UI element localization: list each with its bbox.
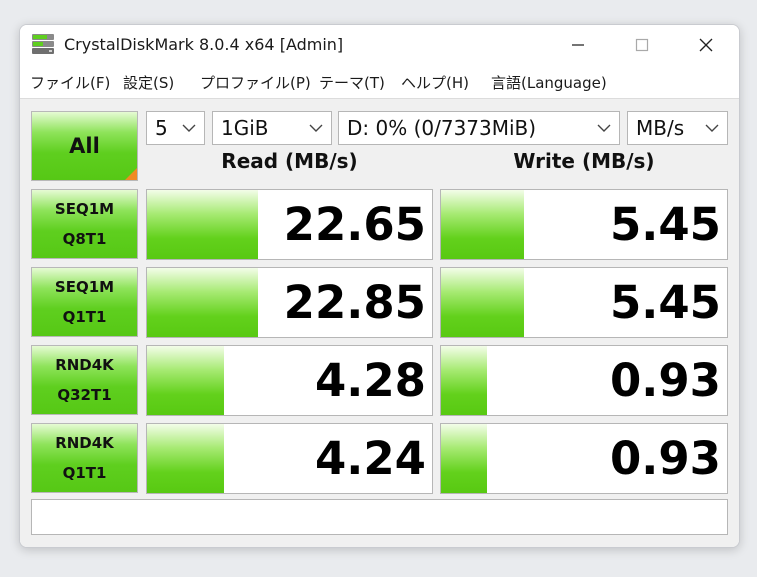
read-result-bar [147,346,224,415]
test-label-line2: Q1T1 [62,464,107,482]
menu-language[interactable]: 言語(Language) [491,72,607,93]
test-button-seq1m-q8t1[interactable]: SEQ1M Q8T1 [31,189,138,259]
count-value: 5 [155,116,168,140]
read-header: Read (MB/s) [221,149,358,173]
menu-file[interactable]: ファイル(F) [30,72,110,93]
title-bar[interactable]: CrystalDiskMark 8.0.4 x64 [Admin] [20,25,739,65]
test-label-line1: RND4K [55,356,114,374]
chevron-down-icon [597,124,611,132]
write-result-rnd4k-q32t1: 0.93 [440,345,728,416]
count-select[interactable]: 5 [146,111,205,145]
menu-settings[interactable]: 設定(S) [123,72,174,93]
test-button-rnd4k-q32t1[interactable]: RND4K Q32T1 [31,345,138,415]
all-button[interactable]: All [31,111,138,181]
read-result-seq1m-q8t1: 22.65 [146,189,433,260]
write-header: Write (MB/s) [513,149,655,173]
read-result-value: 4.24 [314,432,426,485]
test-label-line1: SEQ1M [54,200,115,218]
test-button-rnd4k-q1t1[interactable]: RND4K Q1T1 [31,423,138,493]
benchmark-panel: All 5 1GiB D: 0% (0/7373MiB) MB/s Read (… [20,98,739,547]
write-result-bar [441,268,524,337]
write-result-value: 0.93 [609,354,721,407]
size-select[interactable]: 1GiB [212,111,332,145]
comment-input[interactable] [31,499,728,535]
minimize-button[interactable] [546,25,610,65]
write-result-value: 0.93 [609,432,721,485]
write-result-bar [441,424,487,493]
test-label-line2: Q1T1 [62,308,107,326]
app-window: CrystalDiskMark 8.0.4 x64 [Admin] ファイル(F… [19,24,740,548]
read-result-rnd4k-q32t1: 4.28 [146,345,433,416]
write-result-value: 5.45 [609,276,721,329]
menu-bar: ファイル(F) 設定(S) プロファイル(P) テーマ(T) ヘルプ(H) 言語… [20,67,739,97]
read-result-value: 22.65 [283,198,426,251]
read-result-bar [147,190,259,259]
chevron-down-icon [705,124,719,132]
read-result-seq1m-q1t1: 22.85 [146,267,433,338]
chevron-down-icon [182,124,196,132]
unit-select[interactable]: MB/s [627,111,728,145]
write-result-seq1m-q8t1: 5.45 [440,189,728,260]
chevron-down-icon [309,124,323,132]
menu-help[interactable]: ヘルプ(H) [401,72,469,93]
read-result-value: 22.85 [283,276,426,329]
maximize-icon [635,38,649,52]
read-result-bar [147,424,224,493]
test-label-line1: RND4K [55,434,114,452]
all-button-label: All [69,134,100,158]
write-result-bar [441,346,487,415]
read-result-bar [147,268,259,337]
write-result-bar [441,190,524,259]
unit-value: MB/s [636,116,685,140]
close-icon [699,38,713,52]
window-title: CrystalDiskMark 8.0.4 x64 [Admin] [64,35,344,54]
write-result-value: 5.45 [609,198,721,251]
corner-marker [125,168,137,180]
maximize-button[interactable] [610,25,674,65]
drive-select[interactable]: D: 0% (0/7373MiB) [338,111,620,145]
menu-profile[interactable]: プロファイル(P) [200,72,311,93]
minimize-icon [572,44,584,46]
size-value: 1GiB [221,116,269,140]
test-label-line2: Q8T1 [62,230,107,248]
menu-theme[interactable]: テーマ(T) [319,72,385,93]
test-label-line1: SEQ1M [54,278,115,296]
read-result-rnd4k-q1t1: 4.24 [146,423,433,494]
disk-icon [32,34,54,54]
test-button-seq1m-q1t1[interactable]: SEQ1M Q1T1 [31,267,138,337]
close-button[interactable] [674,25,738,65]
write-result-rnd4k-q1t1: 0.93 [440,423,728,494]
drive-value: D: 0% (0/7373MiB) [347,116,537,140]
write-result-seq1m-q1t1: 5.45 [440,267,728,338]
test-label-line2: Q32T1 [57,386,112,404]
read-result-value: 4.28 [314,354,426,407]
